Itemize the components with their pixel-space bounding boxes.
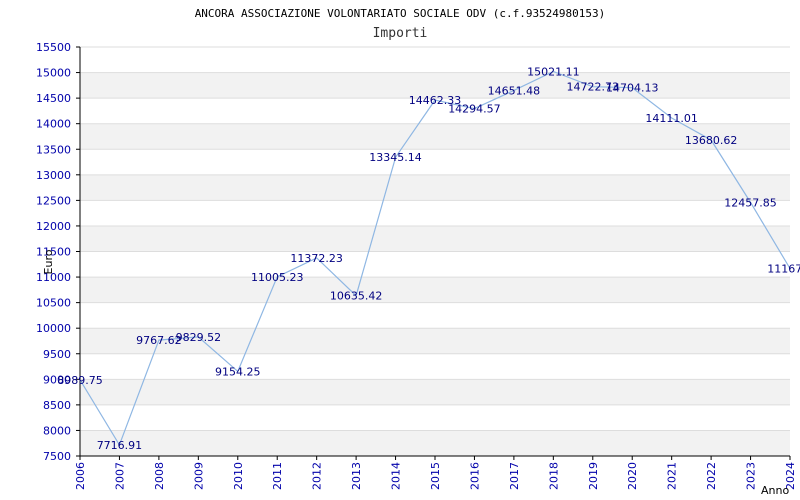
data-label: 13680.62 (685, 134, 738, 147)
grid-band (80, 225, 790, 252)
y-tick-label: 8500 (43, 399, 71, 412)
grid-band (80, 277, 790, 303)
x-tick-label: 2018 (547, 462, 560, 490)
data-label: 9154.25 (215, 365, 261, 378)
data-label: 15021.11 (527, 65, 580, 78)
x-tick-label: 2010 (232, 462, 245, 490)
x-tick-label: 2017 (508, 462, 521, 490)
data-label: 10635.42 (330, 290, 383, 303)
y-tick-label: 12500 (36, 194, 71, 207)
x-tick-label: 2020 (626, 462, 639, 490)
data-label: 14111.01 (645, 112, 698, 125)
x-axis-label: Anno (761, 484, 789, 497)
data-label: 11372.23 (290, 252, 343, 265)
y-tick-label: 8000 (43, 424, 71, 437)
x-tick-label: 2009 (192, 462, 205, 490)
x-tick-label: 2008 (153, 462, 166, 490)
y-tick-label: 14500 (36, 92, 71, 105)
x-tick-label: 2019 (587, 462, 600, 490)
x-tick-label: 2023 (745, 462, 758, 490)
y-tick-label: 10500 (36, 297, 71, 310)
chart-title: ANCORA ASSOCIAZIONE VOLONTARIATO SOCIALE… (195, 7, 606, 20)
y-tick-label: 13000 (36, 169, 71, 182)
x-tick-labels: 2006 2007 2008 2009 2010 2011 2012 2013 2014 2015… (74, 462, 797, 490)
x-tick-label: 2011 (271, 462, 284, 490)
data-label: 13345.14 (369, 151, 422, 164)
x-tick-label: 2021 (666, 462, 679, 490)
grid-band (80, 123, 790, 150)
x-tick-label: 2022 (705, 462, 718, 490)
x-tick-label: 2015 (429, 462, 442, 490)
data-label: 14294.57 (448, 103, 501, 116)
y-tick-label: 13500 (36, 143, 71, 156)
y-tick-label: 7500 (43, 450, 71, 463)
data-label: 12457.85 (724, 197, 777, 210)
data-label: 8989.75 (57, 374, 103, 387)
y-axis-label: Euro (42, 249, 55, 274)
data-label: 11005.23 (251, 271, 304, 284)
y-tick-label: 15000 (36, 67, 71, 80)
chart-subtitle: Importi (373, 26, 428, 41)
y-tick-label: 12000 (36, 220, 71, 233)
data-label: 11167.0 (767, 263, 800, 276)
y-tick-label: 10000 (36, 322, 71, 335)
data-label: 7716.91 (97, 439, 143, 452)
x-tick-label: 2016 (468, 462, 481, 490)
grid-band (80, 379, 790, 405)
x-tick-label: 2006 (74, 462, 87, 490)
line-chart: ANCORA ASSOCIAZIONE VOLONTARIATO SOCIALE… (36, 7, 800, 497)
grid-band (80, 174, 790, 201)
grid-band (80, 430, 790, 456)
y-tick-label: 14000 (36, 118, 71, 131)
x-tick-label: 2014 (390, 462, 403, 490)
x-tick-label: 2012 (311, 462, 324, 490)
x-tick-label: 2007 (113, 462, 126, 490)
grid-bands (80, 72, 790, 456)
y-tick-label: 15500 (36, 41, 71, 54)
data-label: 14704.13 (606, 82, 659, 95)
x-tick-label: 2013 (350, 462, 363, 490)
data-label: 14651.48 (488, 84, 541, 97)
y-tick-label: 9500 (43, 348, 71, 361)
data-label: 9829.52 (176, 331, 222, 344)
